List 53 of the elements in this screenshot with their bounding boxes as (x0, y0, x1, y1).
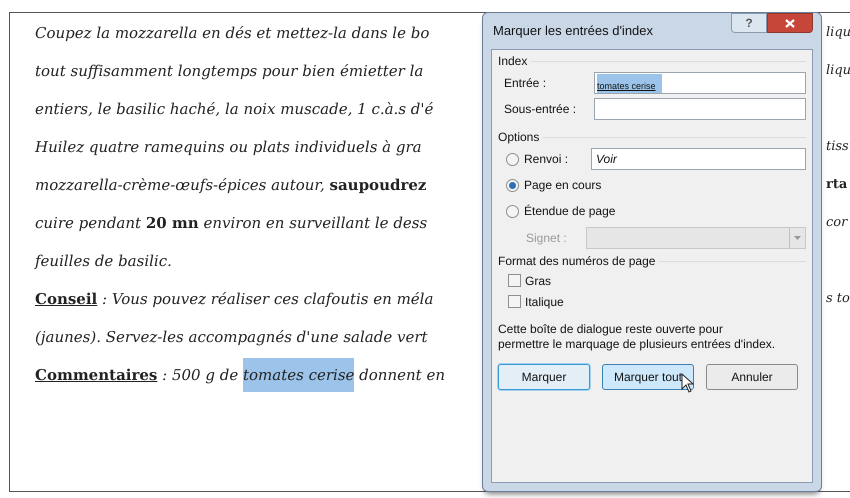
text-span: entiers, le basilic haché, la noix muscade, 1 c.à.s d'é (35, 98, 434, 120)
checkbox-label: Italique (525, 294, 564, 310)
text-span: tout suffisamment longtemps pour bien émietter la (35, 60, 424, 82)
group-title: Options (498, 129, 540, 146)
text-fragment: liqu (826, 62, 850, 80)
caret-icon (794, 236, 801, 240)
field-label: Sous-entrée : (504, 101, 578, 118)
help-button[interactable]: ? (731, 13, 767, 33)
highlighted-text: tomates cerise (242, 358, 354, 392)
close-button[interactable] (767, 13, 813, 33)
text-fragment: cor (826, 214, 848, 232)
text-span: donnent en (358, 364, 445, 386)
checkbox[interactable] (508, 274, 521, 287)
radio-button[interactable] (506, 204, 519, 218)
field-label: Signet : (526, 230, 568, 247)
text-span: : 500 g de (161, 364, 240, 386)
input-field[interactable]: Voir (591, 148, 806, 170)
text-span: cuire pendant (35, 212, 142, 234)
radio-label: Page en cours (524, 177, 602, 193)
radio-button[interactable] (506, 178, 519, 192)
text-fragment: rta (826, 176, 848, 194)
input-field[interactable] (594, 98, 806, 120)
text-fragment: s to (826, 290, 850, 308)
text-span: : Vous pouvez réaliser ces clafoutis en méla (101, 288, 434, 310)
group-title: Index (498, 53, 528, 70)
group-title: Format des numéros de page (498, 253, 656, 270)
checkbox-label: Gras (525, 272, 552, 290)
cursor-icon (681, 373, 695, 393)
radio-label: Renvoi : (524, 151, 570, 167)
dialog-button[interactable]: Marquer (498, 364, 590, 390)
text-span: mozzarella-crème-œufs-épices autour, (35, 174, 326, 196)
dialog-button[interactable]: Annuler (706, 364, 798, 390)
text-span: Coupez la mozzarella en dés et mettez-la dans le bo (35, 22, 430, 44)
field-value: tomates cerise (597, 74, 662, 93)
text-span: (jaunes). Servez-les accompagnés d'une salade vert (35, 326, 428, 348)
section-heading: Conseil (35, 288, 98, 310)
input-field[interactable]: tomates cerise (594, 72, 806, 94)
radio-button[interactable] (506, 152, 519, 166)
note-text: Cette boîte de dialogue reste ouverte pour permettre le marquage de plusieurs entrées d'index. (498, 322, 776, 352)
text-fragment: tiss (826, 138, 849, 156)
close-icon (785, 18, 795, 28)
text-span: feuilles de basilic. (35, 250, 172, 272)
section-heading: Commentaires (35, 364, 158, 386)
text-span: environ en surveillant le dess (202, 212, 428, 234)
text-span: Huilez quatre ramequins ou plats individuels à gra (35, 136, 422, 158)
text-span: saupoudrez (330, 174, 426, 196)
field-label: Entrée : (504, 75, 548, 92)
text-fragment: liqu (826, 24, 850, 42)
checkbox[interactable] (508, 295, 521, 308)
radio-label: Étendue de page (524, 203, 616, 219)
text-span: 20 mn (146, 212, 199, 234)
window-title: Marquer les entrées d'index (492, 22, 654, 40)
dialog-button[interactable]: Marquer tout (602, 364, 694, 390)
